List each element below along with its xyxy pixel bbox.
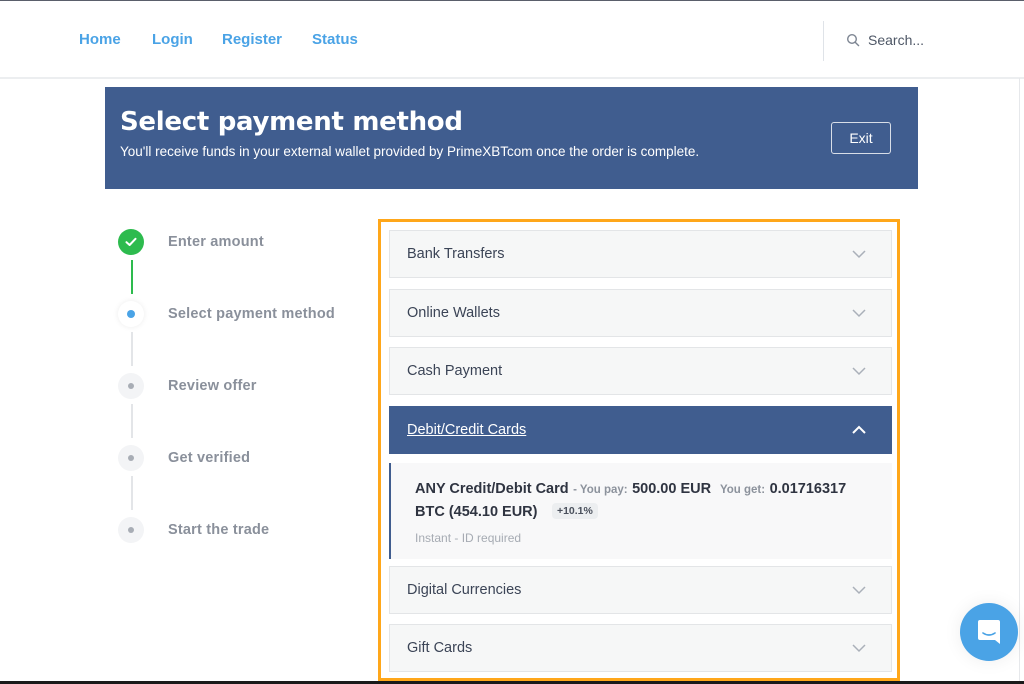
chevron-up-icon — [852, 425, 866, 434]
chevron-down-icon — [852, 367, 866, 376]
step-review-offer: Review offer — [118, 372, 256, 400]
offer-name: ANY Credit/Debit Card — [415, 481, 569, 497]
accordion-label: Bank Transfers — [407, 246, 505, 262]
accordion-debit-credit-cards[interactable]: Debit/Credit Cards — [389, 406, 892, 454]
accordion-label[interactable]: Debit/Credit Cards — [407, 422, 526, 438]
step-start-the-trade: Start the trade — [118, 516, 269, 544]
chevron-down-icon — [852, 309, 866, 318]
step-status-pending — [118, 445, 144, 471]
chevron-down-icon — [852, 250, 866, 259]
nav-link-status[interactable]: Status — [312, 31, 358, 48]
chat-launcher-button[interactable] — [960, 603, 1018, 661]
chat-icon — [978, 620, 1000, 644]
search-box[interactable] — [846, 30, 978, 50]
page-header-banner: Select payment method You'll receive fun… — [105, 87, 918, 189]
offer-summary: ANY Credit/Debit Card - You pay: 500.00 … — [415, 480, 846, 498]
step-label: Start the trade — [168, 522, 270, 538]
accordion-label: Digital Currencies — [407, 582, 522, 598]
accordion-bank-transfers[interactable]: Bank Transfers — [389, 230, 892, 278]
step-connector — [131, 332, 133, 366]
step-get-verified: Get verified — [118, 444, 250, 472]
get-label: You get: — [719, 484, 766, 496]
step-connector — [131, 476, 133, 510]
checkmark-icon — [125, 237, 137, 246]
step-connector — [131, 404, 133, 438]
payment-methods-panel: Bank Transfers Online Wallets Cash Payme… — [378, 219, 900, 681]
nav-link-login[interactable]: Login — [152, 31, 193, 48]
offer-summary-cont: BTC (454.10 EUR) +10.1% — [415, 503, 598, 521]
accordion-online-wallets[interactable]: Online Wallets — [389, 289, 892, 337]
accordion-gift-cards[interactable]: Gift Cards — [389, 624, 892, 672]
accordion-label: Cash Payment — [407, 363, 503, 379]
accordion-label: Online Wallets — [407, 305, 500, 321]
offer-card[interactable]: ANY Credit/Debit Card - You pay: 500.00 … — [389, 463, 892, 559]
step-label: Get verified — [168, 450, 251, 466]
step-status-done — [118, 229, 144, 255]
search-input[interactable] — [868, 32, 978, 48]
step-status-pending — [118, 517, 144, 543]
nav-link-register[interactable]: Register — [222, 31, 282, 48]
accordion-label: Gift Cards — [407, 640, 473, 656]
chevron-down-icon — [852, 644, 866, 653]
top-navbar: Home Login Register Status — [0, 1, 1024, 79]
get-value: 0.01716317 — [769, 481, 847, 497]
accordion-cash-payment[interactable]: Cash Payment — [389, 347, 892, 395]
step-label: Select payment method — [168, 306, 335, 322]
nav-divider — [823, 21, 824, 61]
scrollbar-track[interactable] — [1019, 78, 1020, 682]
step-label: Enter amount — [168, 234, 264, 250]
step-select-payment-method: Select payment method — [118, 300, 335, 328]
step-status-pending — [118, 373, 144, 399]
offer-meta: Instant - ID required — [415, 531, 522, 545]
get-value-btc: BTC (454.10 EUR) — [415, 504, 538, 520]
step-connector — [131, 260, 133, 294]
pay-value: 500.00 EUR — [632, 481, 712, 497]
page-subtitle: You'll receive funds in your external wa… — [120, 144, 700, 159]
page-title: Select payment method — [120, 107, 463, 137]
chevron-down-icon — [852, 586, 866, 595]
step-enter-amount: Enter amount — [118, 228, 264, 256]
accordion-digital-currencies[interactable]: Digital Currencies — [389, 566, 892, 614]
nav-link-home[interactable]: Home — [79, 31, 121, 48]
step-label: Review offer — [168, 378, 257, 394]
search-icon — [846, 33, 860, 47]
pay-label: - You pay: — [573, 484, 628, 496]
step-status-current — [118, 301, 144, 327]
exit-button[interactable]: Exit — [831, 122, 891, 154]
premium-badge: +10.1% — [551, 503, 598, 519]
